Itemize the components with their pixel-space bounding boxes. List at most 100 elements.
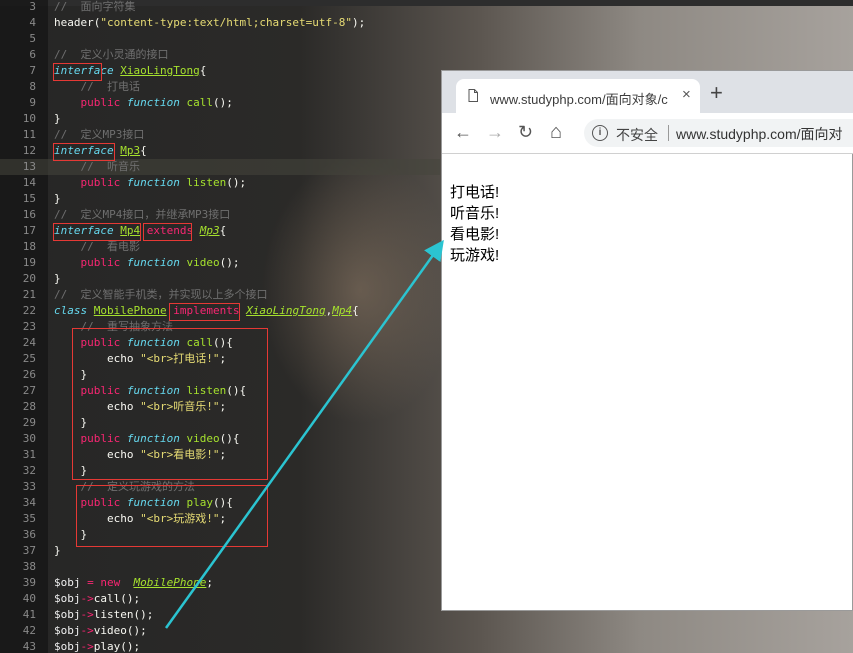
code-token: { — [219, 224, 227, 237]
code-line: 19 public function video(); — [0, 255, 440, 271]
code-token: call — [186, 96, 213, 109]
code-token: XiaoLingTong — [246, 304, 326, 317]
code-token: } — [54, 272, 61, 285]
reload-icon[interactable]: ↻ — [518, 122, 533, 142]
url-text[interactable]: www.studyphp.com/面向对 — [676, 124, 843, 144]
new-tab-button[interactable]: + — [710, 82, 723, 104]
line-number: 28 — [22, 400, 36, 413]
code-token: (); — [212, 96, 233, 109]
code-token: = — [80, 576, 101, 589]
code-token: // 定义小灵通的接口 — [54, 48, 169, 61]
code-token: $obj — [54, 640, 81, 653]
forward-arrow-icon[interactable]: → — [486, 122, 504, 142]
line-number: 33 — [22, 480, 36, 493]
code-token: call — [93, 592, 121, 605]
code-token: { — [352, 304, 359, 317]
code-token: -> — [80, 592, 94, 605]
line-number: 34 — [22, 496, 36, 509]
code-token: public — [80, 256, 121, 269]
code-token: function — [126, 176, 180, 189]
code-line: 10} — [0, 111, 440, 127]
line-number: 19 — [22, 256, 36, 269]
code-line: 40 $obj->call(); — [0, 591, 440, 607]
line-number: 21 — [22, 288, 36, 301]
address-bar[interactable]: i 不安全 www.studyphp.com/面向对 — [584, 119, 853, 147]
code-text: $obj->play(); — [54, 639, 140, 653]
line-number: 15 — [22, 192, 36, 205]
code-token: video — [93, 624, 127, 637]
code-text: // 定义MP3接口 — [54, 127, 144, 143]
insecure-label: 不安全 — [616, 127, 658, 143]
code-token: listen — [186, 176, 227, 189]
code-token: (); — [120, 640, 141, 653]
line-number: 27 — [22, 384, 36, 397]
code-token: listen — [93, 608, 134, 621]
info-icon[interactable]: i — [592, 125, 608, 141]
line-number: 10 — [22, 112, 36, 125]
code-line: 11 // 定义MP3接口 — [0, 127, 440, 143]
code-text: $obj = new MobilePhone; — [54, 575, 213, 591]
line-number: 20 — [22, 272, 36, 285]
code-line: 20} — [0, 271, 440, 287]
code-line: 6 // 定义小灵通的接口 — [0, 47, 440, 63]
code-token: public — [80, 176, 121, 189]
code-token: -> — [80, 608, 94, 621]
highlight-interface-xiaolingtong — [53, 63, 102, 81]
line-number: 12 — [22, 144, 36, 157]
home-icon[interactable]: ⌂ — [550, 122, 562, 142]
code-text: public function listen(); — [54, 175, 247, 191]
line-number: 4 — [29, 16, 36, 29]
browser-toolbar: ← → ↻ ⌂ i 不安全 www.studyphp.com/面向对 — [442, 113, 853, 154]
browser-tab-bar: www.studyphp.com/面向对象/c × + — [442, 71, 853, 113]
browser-window: www.studyphp.com/面向对象/c × + ← → ↻ ⌂ i 不安… — [441, 70, 853, 611]
highlight-implements — [169, 303, 240, 321]
code-token: Mp3 — [199, 224, 220, 237]
code-text: // 打电话 — [54, 79, 140, 95]
line-number: 14 — [22, 176, 36, 189]
code-token: ; — [206, 576, 213, 589]
code-token: Mp4 — [332, 304, 353, 317]
code-line: 39 $obj = new MobilePhone; — [0, 575, 440, 591]
code-line: 41 $obj->listen(); — [0, 607, 440, 623]
line-number: 35 — [22, 512, 36, 525]
code-token: (); — [126, 624, 147, 637]
code-line: 13 // 听音乐 — [0, 159, 440, 175]
line-number: 37 — [22, 544, 36, 557]
line-number: 43 — [22, 640, 36, 653]
page-content: 打电话! 听音乐! 看电影! 玩游戏! — [442, 154, 853, 266]
code-line: 16 // 定义MP4接口，并继承MP3接口 — [0, 207, 440, 223]
code-token: // 打电话 — [54, 80, 140, 93]
code-token: function — [126, 96, 180, 109]
code-token: class — [54, 304, 88, 317]
code-line: 15} — [0, 191, 440, 207]
line-number: 16 — [22, 208, 36, 221]
code-token: function — [126, 256, 180, 269]
code-text: } — [54, 111, 61, 127]
back-arrow-icon[interactable]: ← — [454, 122, 472, 142]
code-token: { — [199, 64, 207, 77]
code-token: // 看电影 — [54, 240, 140, 253]
code-token: // 定义MP3接口 — [54, 128, 145, 141]
code-token: $obj — [54, 576, 81, 589]
code-token: // 定义智能手机类，并实现以上多个接口 — [54, 288, 268, 301]
code-text: // 定义MP4接口，并继承MP3接口 — [54, 207, 230, 223]
code-text: public function video(); — [54, 255, 240, 271]
code-text: // 定义小灵通的接口 — [54, 47, 169, 63]
tab-title: www.studyphp.com/面向对象/c — [490, 92, 668, 107]
code-token: } — [54, 112, 61, 125]
line-number: 38 — [22, 560, 36, 573]
line-number: 23 — [22, 320, 36, 333]
code-token: MobilePhone — [93, 304, 167, 317]
browser-tab[interactable]: www.studyphp.com/面向对象/c × — [456, 79, 700, 113]
output-line: 听音乐! — [450, 205, 500, 222]
code-text: // 看电影 — [54, 239, 140, 255]
close-tab-icon[interactable]: × — [682, 86, 691, 103]
code-line: 43 $obj->play(); — [0, 639, 440, 653]
line-number: 26 — [22, 368, 36, 381]
